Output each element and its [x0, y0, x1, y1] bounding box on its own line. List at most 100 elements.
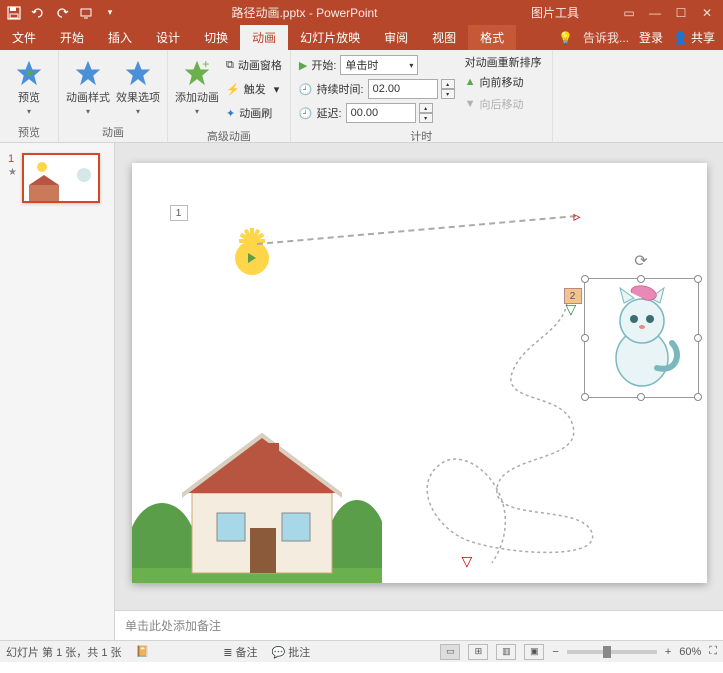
zoom-slider-thumb[interactable]: [603, 646, 611, 658]
pane-icon: ⧉: [226, 59, 234, 72]
add-animation-button[interactable]: + 添加动画 ▾: [172, 52, 222, 122]
spellcheck-icon[interactable]: 📔: [136, 645, 150, 658]
animation-tag-1[interactable]: 1: [170, 205, 188, 221]
delay-up-button[interactable]: ▴: [419, 103, 433, 113]
tab-insert[interactable]: 插入: [96, 25, 144, 50]
notes-pane[interactable]: 单击此处添加备注: [115, 610, 723, 640]
resize-handle[interactable]: [694, 393, 702, 401]
close-icon[interactable]: ✕: [697, 3, 717, 23]
resize-handle[interactable]: [637, 393, 645, 401]
document-title: 路径动画.pptx - PowerPoint: [118, 4, 491, 21]
fit-to-window-button[interactable]: ⛶: [709, 645, 717, 658]
slide: 1: [132, 163, 707, 583]
start-dropdown[interactable]: 单击时▾: [340, 55, 418, 75]
preview-button[interactable]: 预览 ▾: [4, 52, 54, 122]
zoom-out-button[interactable]: −: [552, 646, 558, 658]
resize-handle[interactable]: [637, 275, 645, 283]
delay-input[interactable]: 00.00: [346, 103, 416, 123]
group-label-preview: 预览: [4, 122, 54, 142]
zoom-in-button[interactable]: +: [665, 646, 671, 658]
start-slideshow-icon[interactable]: [78, 5, 94, 21]
qat-dropdown-icon[interactable]: ▾: [102, 5, 118, 21]
ribbon-display-icon[interactable]: ▭: [619, 3, 639, 23]
animation-pane-button[interactable]: ⧉动画窗格: [226, 54, 282, 76]
notes-label: 备注: [236, 647, 258, 659]
comments-label: 批注: [288, 647, 310, 659]
move-earlier-button[interactable]: ▲向前移动: [465, 72, 542, 92]
animation-painter-button[interactable]: ✦动画刷: [226, 102, 282, 124]
tab-transitions[interactable]: 切换: [192, 25, 240, 50]
slideshow-view-button[interactable]: ▣: [524, 644, 544, 660]
duration-up-button[interactable]: ▴: [441, 79, 455, 89]
save-icon[interactable]: [6, 5, 22, 21]
resize-handle[interactable]: [581, 275, 589, 283]
duration-label: 持续时间:: [317, 81, 364, 97]
tab-file[interactable]: 文件: [0, 25, 48, 50]
motion-path-line[interactable]: [256, 215, 575, 245]
tab-view[interactable]: 视图: [420, 25, 468, 50]
resize-handle[interactable]: [581, 334, 589, 342]
share-button[interactable]: 👤共享: [673, 29, 715, 46]
start-label: 开始:: [311, 57, 336, 73]
status-bar: 幻灯片 第 1 张，共 1 张 📔 ≣ 备注 💬 批注 ▭ ⊞ ▥ ▣ − + …: [0, 640, 723, 662]
delay-value: 00.00: [351, 107, 379, 119]
context-tool-label: 图片工具: [491, 4, 619, 21]
move-later-label: 向后移动: [480, 96, 524, 112]
reading-view-button[interactable]: ▥: [496, 644, 516, 660]
tab-format[interactable]: 格式: [468, 25, 516, 50]
path-end-marker-icon: ▽: [462, 553, 473, 570]
zoom-level[interactable]: 60%: [679, 646, 701, 658]
tab-design[interactable]: 设计: [144, 25, 192, 50]
tab-home[interactable]: 开始: [48, 25, 96, 50]
painter-label: 动画刷: [239, 105, 272, 121]
main-area: 1 ★ 1: [0, 143, 723, 640]
resize-handle[interactable]: [694, 334, 702, 342]
sorter-view-button[interactable]: ⊞: [468, 644, 488, 660]
ribbon: 预览 ▾ 预览 动画样式 ▾ 效果选项 ▾ 动画 + 添加动画: [0, 50, 723, 143]
duration-input[interactable]: 02.00: [368, 79, 438, 99]
quick-access-toolbar: ▾: [0, 5, 118, 21]
tab-review[interactable]: 审阅: [372, 25, 420, 50]
arrow-down-icon: ▼: [465, 98, 476, 110]
undo-icon[interactable]: [30, 5, 46, 21]
add-star-icon: +: [183, 59, 211, 87]
login-button[interactable]: 登录: [639, 29, 663, 46]
tab-animations[interactable]: 动画: [240, 25, 288, 50]
animation-tag-2[interactable]: 2: [564, 288, 582, 304]
house-image[interactable]: [132, 413, 382, 583]
effect-options-button[interactable]: 效果选项 ▾: [113, 52, 163, 122]
reorder-title: 对动画重新排序: [465, 54, 542, 70]
chevron-down-icon: ▾: [409, 61, 413, 70]
group-label-animation: 动画: [63, 122, 163, 142]
slide-count-label: 幻灯片 第 1 张，共 1 张: [6, 644, 122, 660]
thumbnail-1[interactable]: 1 ★: [8, 153, 106, 203]
delay-down-button[interactable]: ▾: [419, 113, 433, 123]
thumbnail-number: 1: [8, 153, 18, 165]
move-later-button[interactable]: ▼ 向后移动: [465, 94, 542, 114]
duration-down-button[interactable]: ▾: [441, 89, 455, 99]
rotate-handle-icon[interactable]: ⟳: [634, 251, 647, 271]
comments-button[interactable]: 💬 批注: [272, 644, 311, 660]
clock-icon: 🕘: [299, 107, 313, 120]
cat-image[interactable]: [592, 283, 692, 393]
normal-view-button[interactable]: ▭: [440, 644, 460, 660]
move-earlier-label: 向前移动: [480, 74, 524, 90]
trigger-button[interactable]: ⚡触发▾: [226, 78, 282, 100]
chevron-down-icon: ▾: [195, 107, 199, 116]
zoom-slider[interactable]: [567, 650, 657, 654]
resize-handle[interactable]: [694, 275, 702, 283]
clock-icon: 🕘: [299, 83, 313, 96]
title-bar: ▾ 路径动画.pptx - PowerPoint 图片工具 ▭ — ☐ ✕: [0, 0, 723, 25]
resize-handle[interactable]: [581, 393, 589, 401]
path-end-marker-icon: ▹: [574, 208, 581, 225]
animation-styles-button[interactable]: 动画样式 ▾: [63, 52, 113, 122]
slide-canvas-wrap[interactable]: 1: [115, 143, 723, 610]
redo-icon[interactable]: [54, 5, 70, 21]
minimize-icon[interactable]: —: [645, 3, 665, 23]
notes-button[interactable]: ≣ 备注: [223, 644, 257, 660]
sun-image[interactable]: [217, 223, 287, 293]
maximize-icon[interactable]: ☐: [671, 3, 691, 23]
tab-slideshow[interactable]: 幻灯片放映: [288, 25, 372, 50]
chevron-down-icon: ▾: [274, 83, 280, 96]
tell-me-input[interactable]: 告诉我...: [583, 29, 629, 46]
